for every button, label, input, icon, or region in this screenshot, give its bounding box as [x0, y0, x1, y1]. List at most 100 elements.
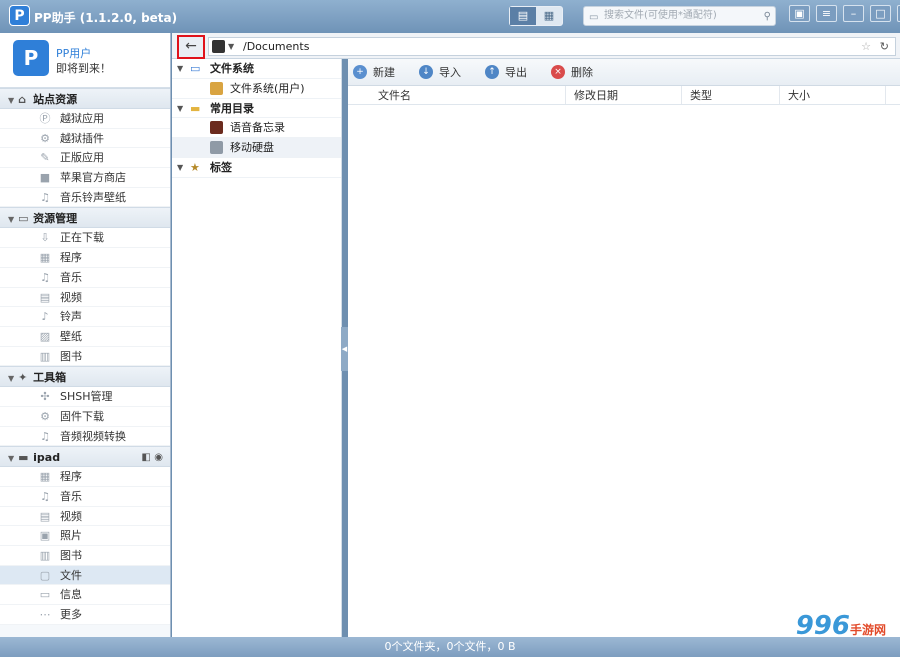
path-bar[interactable]: ▼ /Documents ☆ ↻ — [208, 37, 896, 56]
sidebar-section[interactable]: ▼ ▬ ipad ◧ ◉ — [0, 446, 170, 468]
chevron-down-icon[interactable]: ▼ — [8, 374, 14, 383]
sidebar-item[interactable]: ▥ 图书 — [0, 346, 170, 367]
watermark: 996手游网 — [796, 611, 886, 641]
maximize-icon[interactable]: □ — [870, 5, 891, 22]
app-icon: Ⓟ — [39, 112, 51, 125]
chevron-down-icon[interactable]: ▼ — [228, 38, 234, 55]
chevron-down-icon[interactable]: ▼ — [8, 215, 14, 224]
note-icon: ♪ — [41, 310, 49, 324]
sidebar-item[interactable]: ✣ SHSH管理 — [0, 387, 170, 407]
film-icon: ▤ — [39, 290, 51, 304]
folder-user-icon — [210, 81, 223, 95]
skin-icon[interactable]: ▣ — [789, 5, 810, 22]
sidebar-section[interactable]: ▼ ✦ 工具箱 — [0, 366, 170, 388]
minimize-icon[interactable]: – — [843, 5, 864, 22]
chevron-down-icon[interactable]: ▼ — [8, 454, 14, 463]
search-icon[interactable]: ⚲ — [764, 8, 771, 26]
sidebar-item[interactable]: ▢ 文件 — [0, 565, 170, 586]
appstore-icon: ✎ — [40, 151, 50, 165]
sidebar-item[interactable]: ▦ 程序 — [0, 467, 170, 487]
device-badges[interactable]: ◧ ◉ — [141, 447, 163, 468]
file-pane: + 新建 ↓ 导入 ↑ 导出 × 删除 文件名 修改日期 类型 大小 — [348, 59, 900, 637]
tree-group[interactable]: ▼ ▭ 文件系统 — [172, 59, 341, 79]
sidebar-item-label: 苹果官方商店 — [60, 171, 126, 185]
message-icon: ▭ — [39, 588, 51, 602]
path-toolbar: ← ▼ /Documents ☆ ↻ — [172, 33, 900, 59]
refresh-icon[interactable]: ↻ — [880, 38, 889, 55]
sidebar-item[interactable]: ♫ 音频视频转换 — [0, 426, 170, 447]
sidebar-section[interactable]: ▼ ▭ 资源管理 — [0, 207, 170, 229]
new-button[interactable]: + 新建 — [353, 64, 395, 80]
window-controls: ▣ ≡ – □ ✕ — [789, 5, 900, 22]
search-input[interactable]: ▭ 搜索文件(可使用*通配符) ⚲ — [583, 6, 776, 26]
tree-item-label: 语音备忘录 — [230, 121, 285, 135]
import-button[interactable]: ↓ 导入 — [419, 64, 461, 80]
chevron-down-icon[interactable]: ▼ — [8, 96, 14, 105]
column-modified[interactable]: 修改日期 — [566, 86, 682, 104]
sidebar-section[interactable]: ▼ ⌂ 站点资源 — [0, 88, 170, 109]
photo-icon: ▣ — [39, 529, 51, 543]
section-label: 资源管理 — [33, 212, 78, 226]
sidebar-item[interactable]: ▦ 程序 — [0, 248, 170, 268]
sidebar-item[interactable]: ⋯ 更多 — [0, 605, 170, 625]
grid-view-icon[interactable]: ▦ — [536, 7, 562, 25]
action-label: 导出 — [505, 66, 527, 79]
tree-item[interactable]: 语音备忘录 — [172, 118, 341, 139]
action-label: 新建 — [373, 66, 395, 79]
user-profile[interactable]: P PP用户 即将到来！ — [0, 33, 170, 88]
path-text[interactable]: /Documents — [243, 38, 309, 55]
column-filename[interactable]: 文件名 — [348, 86, 566, 104]
star-icon[interactable]: ☆ — [861, 38, 871, 55]
column-type[interactable]: 类型 — [682, 86, 780, 104]
tree-group[interactable]: ▼ ▬ 常用目录 — [172, 99, 341, 119]
section-label: 站点资源 — [33, 93, 78, 106]
avatar: P — [13, 40, 49, 76]
pp-logo-icon: P — [9, 5, 30, 26]
tree-item-label: 文件系统(用户) — [230, 81, 305, 95]
plugin-icon: ⚙ — [40, 131, 50, 145]
chevron-down-icon[interactable]: ▼ — [177, 59, 183, 79]
sidebar-item[interactable]: ▤ 视频 — [0, 506, 170, 527]
collapse-handle[interactable]: ◀ — [341, 327, 348, 371]
sidebar-sections: ▼ ⌂ 站点资源 Ⓟ 越狱应用 ⚙ 越狱插件 ✎ 正版应用 ■ 苹果官方商店 ♫ 音乐铃声壁纸 ▼ ▭ 资源管… — [0, 88, 170, 625]
more-icon: ⋯ — [39, 608, 51, 622]
sidebar-item[interactable]: ▨ 壁纸 — [0, 326, 170, 347]
sidebar-item[interactable]: ♫ 音乐 — [0, 267, 170, 288]
view-toggle[interactable]: ▤ ▦ — [509, 6, 563, 26]
watermark-sub: 手游网 — [849, 623, 886, 637]
music-icon: ♫ — [40, 190, 50, 204]
watermark-text: 996 — [795, 611, 850, 641]
sidebar-item[interactable]: ▣ 照片 — [0, 526, 170, 547]
sidebar-item[interactable]: ■ 苹果官方商店 — [0, 168, 170, 188]
file-icon: ▭ — [589, 12, 599, 23]
tree-item-label: 移动硬盘 — [230, 141, 274, 155]
sidebar-item[interactable]: ▭ 信息 — [0, 585, 170, 606]
menu-icon[interactable]: ≡ — [816, 5, 837, 22]
tree-item[interactable]: 文件系统(用户) — [172, 79, 341, 99]
book-icon: ▥ — [39, 349, 51, 363]
sidebar-item[interactable]: ♫ 音乐铃声壁纸 — [0, 187, 170, 208]
export-button[interactable]: ↑ 导出 — [485, 64, 527, 80]
user-message: 即将到来！ — [56, 62, 111, 75]
sidebar-item[interactable]: ⚙ 固件下载 — [0, 406, 170, 427]
tree-group-label: 常用目录 — [210, 101, 254, 115]
chevron-down-icon[interactable]: ▼ — [177, 158, 183, 178]
sidebar-item[interactable]: ⇩ 正在下载 — [0, 228, 170, 249]
sidebar-item[interactable]: Ⓟ 越狱应用 — [0, 109, 170, 129]
sidebar-item[interactable]: ✎ 正版应用 — [0, 148, 170, 169]
chevron-down-icon[interactable]: ▼ — [177, 99, 183, 119]
table-header: 文件名 修改日期 类型 大小 — [348, 86, 900, 105]
sidebar-item[interactable]: ▤ 视频 — [0, 287, 170, 308]
tree-group[interactable]: ▼ ★ 标签 — [172, 158, 341, 178]
column-size[interactable]: 大小 — [780, 86, 886, 104]
back-button[interactable]: ← — [177, 35, 205, 59]
sidebar-item[interactable]: ♫ 音乐 — [0, 487, 170, 507]
list-view-icon[interactable]: ▤ — [510, 7, 536, 25]
user-name[interactable]: PP用户 — [56, 45, 91, 61]
tree-item[interactable]: 移动硬盘 — [172, 138, 341, 158]
sidebar-item[interactable]: ⚙ 越狱插件 — [0, 128, 170, 149]
tag-icon: ★ — [190, 160, 200, 174]
sidebar-item[interactable]: ▥ 图书 — [0, 546, 170, 566]
sidebar-item[interactable]: ♪ 铃声 — [0, 307, 170, 327]
delete-button[interactable]: × 删除 — [551, 64, 593, 80]
